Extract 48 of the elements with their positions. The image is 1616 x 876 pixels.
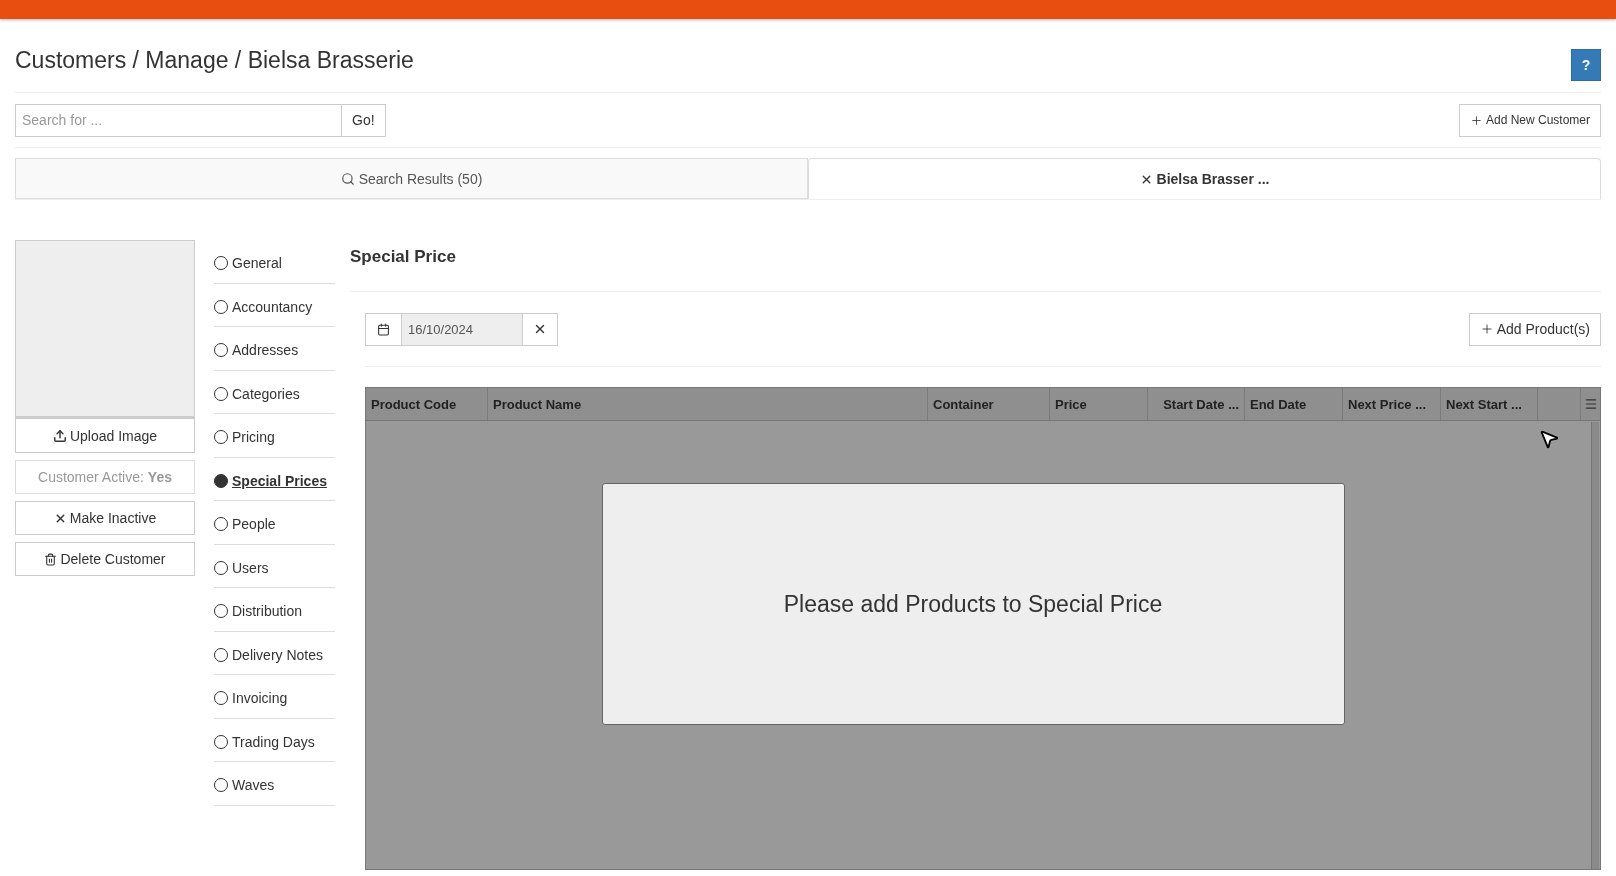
nav-item[interactable]: Delivery Notes [214,631,335,675]
scrollbar[interactable] [1591,422,1599,869]
tab[interactable]: Bielsa Brasser ... [808,158,1601,199]
calendar-button[interactable] [365,312,402,346]
column-header[interactable]: Next Start ... [1441,388,1538,420]
add-customer-button[interactable]: Add New Customer [1458,103,1601,137]
cursor-icon [1538,428,1560,450]
nav-item[interactable]: People [214,501,335,545]
plus-icon [1469,113,1483,127]
add-product-button[interactable]: Add Product(s) [1468,312,1601,346]
nav-item[interactable]: General [214,240,335,284]
calendar-icon [377,322,390,336]
breadcrumb-title: Customers / Manage / Bielsa Brasserie [15,47,414,74]
nav-item[interactable]: Special Prices [214,457,335,501]
search-icon [340,171,355,186]
column-header[interactable]: Container [928,388,1050,420]
delete-customer-button[interactable]: Delete Customer [15,542,195,576]
go-button[interactable]: Go! [342,103,386,137]
column-header[interactable]: End Date [1245,388,1343,420]
tab[interactable]: Search Results (50) [15,158,808,199]
date-field[interactable]: 16/10/2024 [402,312,522,346]
column-header[interactable]: Price [1050,388,1148,420]
upload-image-button[interactable]: Upload Image [15,419,195,453]
column-header[interactable]: Next Price ... [1343,388,1441,420]
nav-item[interactable]: Users [214,544,335,588]
column-header[interactable]: Start Date ... [1148,388,1245,420]
nav-item[interactable]: Distribution [214,588,335,632]
status-label: Customer Active: [38,469,144,485]
help-button[interactable]: ? [1571,48,1601,81]
search-field[interactable]: Search for ... [15,103,342,137]
status-value: Yes [147,469,172,485]
plus-icon [1479,322,1494,336]
nav-item[interactable]: Accountancy [214,283,335,327]
column-header[interactable]: Product Code [366,388,488,420]
nav-item[interactable]: Trading Days [214,718,335,762]
nav-item[interactable]: Invoicing [214,675,335,719]
column-header[interactable]: Product Name [488,388,928,420]
close-icon [533,322,547,336]
clear-date-button[interactable] [522,312,558,346]
menu-icon[interactable] [1583,397,1598,411]
nav-item[interactable]: Pricing [214,414,335,458]
nav-item[interactable]: Addresses [214,327,335,371]
upload-icon [52,428,67,443]
nav-item[interactable]: Categories [214,370,335,414]
nav-item[interactable]: Waves [214,762,335,806]
empty-message: Please add Products to Special Price [601,483,1345,725]
trash-icon [44,552,58,566]
section-title: Special Price [350,240,1601,292]
